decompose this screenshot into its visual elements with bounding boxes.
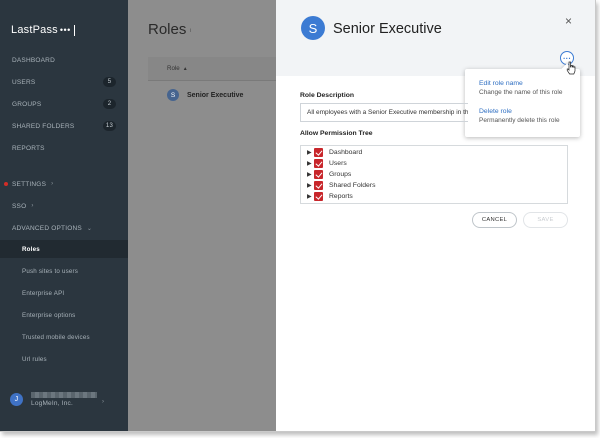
cancel-button[interactable]: CANCEL (472, 212, 517, 228)
chevron-right-icon: › (51, 181, 54, 187)
logo-cursor-bar (73, 24, 75, 36)
table-row[interactable]: S Senior Executive (148, 81, 276, 109)
sidebar-item-label: DASHBOARD (12, 56, 55, 64)
checkbox-checked[interactable] (314, 181, 323, 190)
sidebar: LastPass ••• DASHBOARD USERS 5 GROUPS 2 … (0, 0, 128, 431)
sidebar-item-settings[interactable]: SETTINGS › (0, 176, 128, 192)
table-header[interactable]: Role ▲ (148, 57, 276, 81)
menu-item-title: Edit role name (479, 80, 523, 87)
tree-item-label: Users (329, 160, 347, 167)
checkbox-checked[interactable] (314, 170, 323, 179)
sidebar-item-label: SHARED FOLDERS (12, 122, 75, 130)
menu-item-description: Permanently delete this role (479, 117, 560, 124)
groups-count-badge: 2 (103, 99, 116, 109)
sidebar-item-label: ADVANCED OPTIONS (12, 224, 82, 232)
menu-item-title: Delete role (479, 108, 512, 115)
roles-table: Role ▲ S Senior Executive (148, 57, 276, 109)
sidebar-subitem-trusted-mobile-devices[interactable]: Trusted mobile devices (0, 328, 128, 346)
save-button[interactable]: SAVE (523, 212, 568, 228)
menu-item-edit-role-name[interactable]: Edit role name Change the name of this r… (479, 80, 562, 96)
panel-title: Senior Executive (333, 21, 442, 37)
sort-asc-icon: ▲ (182, 65, 188, 72)
sidebar-item-sso[interactable]: SSO › (0, 198, 128, 214)
permission-tree-label: Allow Permission Tree (300, 130, 373, 137)
role-description-field[interactable]: All employees with a Senior Executive me… (300, 103, 468, 122)
hand-cursor-icon (566, 61, 576, 75)
sidebar-subitem-label: Roles (22, 245, 40, 253)
logo-text: LastPass (11, 24, 58, 36)
sidebar-subitem-enterprise-options[interactable]: Enterprise options (0, 306, 128, 324)
sidebar-subitem-label: Url rules (22, 355, 47, 363)
column-header-role: Role (167, 65, 180, 72)
sidebar-item-reports[interactable]: REPORTS (0, 140, 128, 156)
role-actions-menu: Edit role name Change the name of this r… (465, 63, 580, 137)
shared-folders-count-badge: 13 (102, 121, 116, 131)
info-icon: i (190, 28, 192, 34)
expand-triangle-icon[interactable]: ▶ (307, 171, 314, 178)
logo-dots: ••• (59, 25, 71, 35)
sidebar-item-label: SETTINGS (12, 180, 47, 188)
tree-item-reports[interactable]: ▶ Reports (307, 191, 353, 202)
alert-dot-icon (4, 182, 8, 186)
users-count-badge: 5 (103, 77, 116, 87)
sidebar-subitem-label: Push sites to users (22, 267, 79, 275)
sidebar-subitem-enterprise-api[interactable]: Enterprise API (0, 284, 128, 302)
sidebar-item-users[interactable]: USERS 5 (0, 74, 128, 90)
sidebar-item-label: USERS (12, 78, 36, 86)
user-account[interactable]: J LogMeIn, Inc. (10, 392, 97, 407)
main-content-overlay[interactable]: Roles i Role ▲ S Senior Executive (128, 0, 276, 431)
menu-item-description: Change the name of this role (479, 89, 563, 96)
chevron-down-icon: ⌄ (86, 225, 93, 232)
permission-tree: ▶ Dashboard ▶ Users ▶ Groups ▶ Shared Fo… (300, 145, 568, 204)
sidebar-subitem-url-rules[interactable]: Url rules (0, 350, 128, 368)
sidebar-item-groups[interactable]: GROUPS 2 (0, 96, 128, 112)
tree-item-dashboard[interactable]: ▶ Dashboard (307, 147, 362, 158)
tree-item-label: Reports (329, 193, 353, 200)
close-icon[interactable]: × (565, 14, 572, 28)
expand-triangle-icon[interactable]: ▶ (307, 160, 314, 167)
sidebar-item-shared-folders[interactable]: SHARED FOLDERS 13 (0, 118, 128, 134)
chevron-right-icon[interactable]: › (102, 399, 104, 405)
tree-item-users[interactable]: ▶ Users (307, 158, 347, 169)
expand-triangle-icon[interactable]: ▶ (307, 149, 314, 156)
blurred-user-name (31, 392, 97, 398)
avatar: J (10, 393, 23, 406)
tree-item-label: Dashboard (329, 149, 363, 156)
sidebar-subitem-roles[interactable]: Roles (0, 240, 128, 258)
avatar: S (301, 16, 325, 40)
expand-triangle-icon[interactable]: ▶ (307, 193, 314, 200)
avatar: S (167, 89, 179, 101)
checkbox-checked[interactable] (314, 192, 323, 201)
sidebar-item-label: SSO (12, 202, 27, 210)
app-window: LastPass ••• DASHBOARD USERS 5 GROUPS 2 … (0, 0, 596, 432)
tree-item-shared-folders[interactable]: ▶ Shared Folders (307, 180, 375, 191)
checkbox-checked[interactable] (314, 148, 323, 157)
sidebar-subitem-label: Enterprise options (22, 311, 76, 319)
role-description-label: Role Description (300, 92, 355, 99)
sidebar-item-label: REPORTS (12, 144, 45, 152)
panel-header (276, 0, 595, 76)
sidebar-subitem-push-sites[interactable]: Push sites to users (0, 262, 128, 280)
company-name: LogMeIn, Inc. (31, 400, 73, 407)
role-name: Senior Executive (187, 91, 244, 99)
lastpass-logo[interactable]: LastPass ••• (11, 24, 75, 36)
sidebar-item-label: GROUPS (12, 100, 42, 108)
tree-item-label: Shared Folders (329, 182, 376, 189)
sidebar-subitem-label: Trusted mobile devices (22, 333, 90, 341)
menu-item-delete-role[interactable]: Delete role Permanently delete this role (479, 108, 560, 124)
page-title: Roles (148, 21, 187, 38)
sidebar-subitem-label: Enterprise API (22, 289, 65, 297)
sidebar-item-dashboard[interactable]: DASHBOARD (0, 52, 128, 68)
chevron-right-icon: › (31, 203, 34, 209)
tree-item-label: Groups (329, 171, 352, 178)
checkbox-checked[interactable] (314, 159, 323, 168)
role-detail-panel: S Senior Executive × ··· Edit role name … (276, 0, 595, 431)
sidebar-item-advanced-options[interactable]: ADVANCED OPTIONS ⌄ (0, 220, 128, 236)
tree-item-groups[interactable]: ▶ Groups (307, 169, 351, 180)
expand-triangle-icon[interactable]: ▶ (307, 182, 314, 189)
